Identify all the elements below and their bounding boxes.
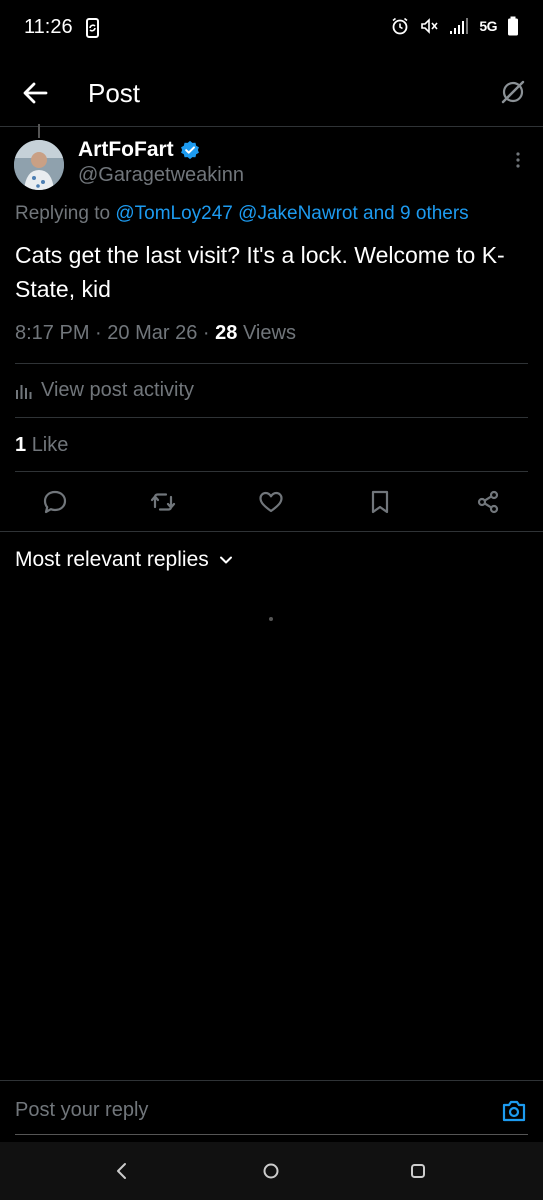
meta-separator: · — [202, 322, 210, 344]
verified-badge-icon — [180, 140, 199, 160]
mention-others-link[interactable]: and 9 others — [363, 203, 469, 224]
reply-icon[interactable] — [41, 488, 69, 516]
reply-composer — [0, 1080, 543, 1141]
author-name-text: ArtFoFart — [78, 138, 174, 161]
author-avatar[interactable] — [14, 140, 64, 190]
battery-icon — [508, 16, 518, 36]
recents-nav-icon[interactable] — [408, 1161, 428, 1181]
page-title: Post — [88, 78, 141, 108]
bar-chart-icon — [16, 384, 32, 399]
views-count: 28 — [215, 322, 238, 344]
like-label: Like — [31, 434, 69, 456]
mute-icon — [421, 18, 438, 34]
reply-input-underline — [15, 1134, 528, 1135]
repost-icon[interactable] — [149, 488, 177, 516]
sort-label: Most relevant replies — [15, 548, 209, 571]
share-icon[interactable] — [474, 488, 502, 516]
likes-count-link[interactable]: 1 Like — [15, 434, 68, 457]
status-bar: 11:26 5G — [0, 0, 543, 56]
mention-link[interactable]: @JakeNawrot — [238, 203, 358, 224]
heart-icon[interactable] — [257, 488, 285, 516]
phone-sync-icon — [86, 18, 99, 38]
loading-indicator — [269, 617, 273, 621]
network-label: 5G — [479, 18, 497, 34]
signal-icon — [450, 18, 469, 34]
replies-sort-dropdown[interactable]: Most relevant replies — [15, 548, 233, 572]
chevron-down-icon — [219, 556, 232, 564]
replying-prefix: Replying to — [15, 203, 111, 224]
like-count: 1 — [15, 434, 27, 456]
status-time: 11:26 — [24, 16, 73, 38]
activity-label: View post activity — [41, 379, 195, 401]
post-text: Cats get the last visit? It's a lock. We… — [15, 242, 505, 302]
divider — [15, 471, 528, 472]
mention-link[interactable]: @TomLoy247 — [115, 203, 233, 224]
reply-input[interactable] — [15, 1095, 465, 1125]
meta-separator: · — [95, 322, 102, 344]
alarm-icon — [392, 17, 408, 35]
author-name[interactable]: ArtFoFart — [78, 138, 200, 162]
post-actions-bar — [0, 486, 543, 520]
bookmark-icon[interactable] — [366, 488, 394, 516]
grok-icon[interactable] — [499, 78, 527, 106]
avatar-image — [14, 140, 64, 190]
divider — [15, 363, 528, 364]
arrow-left-icon[interactable] — [20, 78, 50, 108]
system-navigation-bar — [0, 1142, 543, 1200]
camera-icon[interactable] — [501, 1099, 527, 1123]
thread-connector-line — [38, 124, 40, 138]
post-date: 20 Mar 26 — [107, 322, 198, 344]
view-post-activity-link[interactable]: View post activity — [15, 379, 194, 402]
post-time: 8:17 PM — [15, 322, 90, 344]
views-label: Views — [242, 322, 296, 344]
replying-to-line: Replying to @TomLoy247 @JakeNawrot and 9… — [15, 203, 543, 225]
divider — [15, 417, 528, 418]
home-nav-icon[interactable] — [261, 1161, 281, 1181]
author-handle[interactable]: @Garagetweakinn — [78, 164, 244, 187]
post-meta: 8:17 PM · 20 Mar 26 · 28 Views — [15, 322, 296, 345]
divider — [0, 531, 543, 532]
more-vertical-icon[interactable] — [513, 150, 523, 170]
back-nav-icon[interactable] — [112, 1161, 132, 1181]
top-app-bar: Post — [0, 56, 543, 127]
status-icons: 5G — [391, 16, 519, 36]
